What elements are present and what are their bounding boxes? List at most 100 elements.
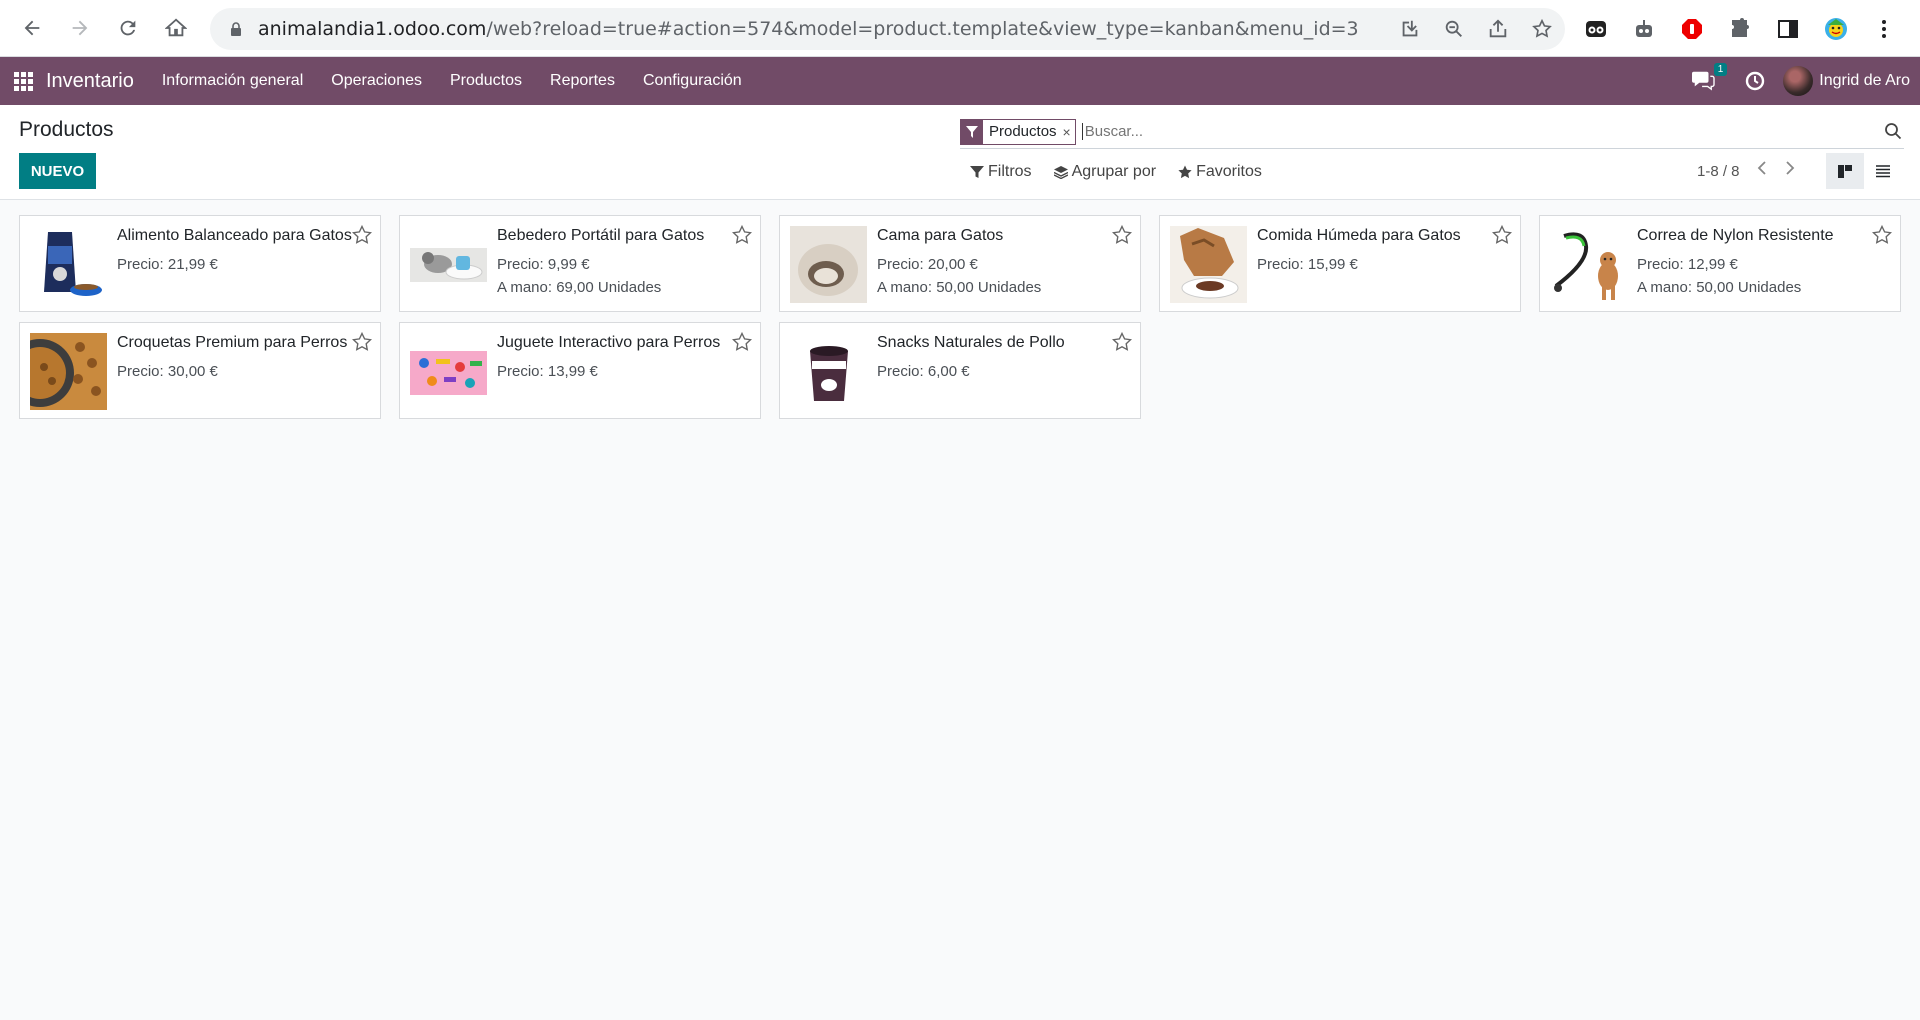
kanban-view: Alimento Balanceado para Gatos Precio: 2… xyxy=(19,215,1901,419)
new-button[interactable]: NUEVO xyxy=(19,153,96,189)
pager-value[interactable]: 1-8 / 8 xyxy=(1697,163,1740,180)
product-card[interactable]: Bebedero Portátil para Gatos Precio: 9,9… xyxy=(399,215,761,312)
list-icon xyxy=(1876,165,1890,178)
product-name: Snacks Naturales de Pollo xyxy=(877,334,1065,351)
product-price: Precio: 9,99 € xyxy=(497,256,590,273)
product-price: Precio: 30,00 € xyxy=(117,363,218,380)
product-name: Alimento Balanceado para Gatos xyxy=(117,227,352,244)
menu-configuracion[interactable]: Configuración xyxy=(643,72,742,90)
bookmark-star-icon[interactable] xyxy=(1531,18,1553,40)
product-card[interactable]: Comida Húmeda para Gatos Precio: 15,99 € xyxy=(1159,215,1521,312)
product-name: Cama para Gatos xyxy=(877,227,1004,244)
user-name: Ingrid de Aro xyxy=(1819,72,1910,89)
product-card[interactable]: Croquetas Premium para Perros Precio: 30… xyxy=(19,322,381,419)
side-panel-icon[interactable] xyxy=(1774,15,1802,43)
product-price: Precio: 21,99 € xyxy=(117,256,218,273)
cat-food-bag-image xyxy=(30,226,107,303)
product-price: Precio: 13,99 € xyxy=(497,363,598,380)
back-icon[interactable] xyxy=(12,8,52,48)
messages-count-badge: 1 xyxy=(1713,63,1728,76)
url-text: animalandia1.odoo.com/web?reload=true#ac… xyxy=(258,18,1358,40)
favorite-star-icon[interactable] xyxy=(732,225,752,245)
share-icon[interactable] xyxy=(1487,18,1509,40)
list-view-button[interactable] xyxy=(1864,153,1902,189)
dog-toys-image xyxy=(410,333,487,410)
facet-remove-button[interactable]: × xyxy=(1063,124,1075,140)
messages-icon[interactable]: 1 xyxy=(1691,63,1728,93)
star-icon xyxy=(1178,165,1192,179)
kibble-image xyxy=(30,333,107,410)
profile-avatar-icon[interactable] xyxy=(1822,15,1850,43)
favorite-star-icon[interactable] xyxy=(1112,332,1132,352)
product-card[interactable]: Snacks Naturales de Pollo Precio: 6,00 € xyxy=(779,322,1141,419)
layers-icon xyxy=(1053,166,1068,179)
funnel-icon xyxy=(970,166,984,178)
product-name: Croquetas Premium para Perros xyxy=(117,334,348,351)
product-price: Precio: 6,00 € xyxy=(877,363,970,380)
product-price: Precio: 15,99 € xyxy=(1257,256,1358,273)
favorites-button[interactable]: Favoritos xyxy=(1178,163,1262,181)
search-icon[interactable] xyxy=(1884,122,1902,140)
cat-eating-image xyxy=(1170,226,1247,303)
browser-toolbar: animalandia1.odoo.com/web?reload=true#ac… xyxy=(0,0,1920,57)
extension-adblock-icon[interactable] xyxy=(1678,15,1706,43)
zoom-icon[interactable] xyxy=(1443,18,1465,40)
favorite-star-icon[interactable] xyxy=(1112,225,1132,245)
avatar xyxy=(1783,66,1814,96)
search-bar: Productos × xyxy=(960,115,1904,149)
group-by-label: Agrupar por xyxy=(1071,163,1157,180)
apps-menu-icon[interactable] xyxy=(12,70,34,92)
menu-productos[interactable]: Productos xyxy=(450,72,522,90)
extension-spy-icon[interactable] xyxy=(1582,15,1610,43)
install-icon[interactable] xyxy=(1399,18,1421,40)
favorite-star-icon[interactable] xyxy=(732,332,752,352)
kanban-view-button[interactable] xyxy=(1826,153,1864,189)
page-title: Productos xyxy=(19,118,114,141)
favorite-star-icon[interactable] xyxy=(352,225,372,245)
menu-reportes[interactable]: Reportes xyxy=(550,72,615,90)
activity-clock-icon[interactable] xyxy=(1745,71,1765,91)
cat-fountain-image xyxy=(410,226,487,303)
favorites-label: Favoritos xyxy=(1196,163,1262,180)
user-menu[interactable]: Ingrid de Aro xyxy=(1783,66,1910,96)
cat-bed-image xyxy=(790,226,867,303)
browser-menu-icon[interactable] xyxy=(1870,15,1898,43)
snack-tub-image xyxy=(790,333,867,410)
kanban-icon xyxy=(1838,165,1852,178)
product-card[interactable]: Cama para Gatos Precio: 20,00 € A mano: … xyxy=(779,215,1141,312)
group-by-button[interactable]: Agrupar por xyxy=(1053,163,1157,181)
reload-icon[interactable] xyxy=(108,8,148,48)
product-stock: A mano: 50,00 Unidades xyxy=(1637,279,1802,296)
facet-label: Productos xyxy=(989,123,1057,140)
menu-operaciones[interactable]: Operaciones xyxy=(331,72,422,90)
pager-next-icon[interactable] xyxy=(1783,160,1797,176)
product-name: Bebedero Portátil para Gatos xyxy=(497,227,705,244)
product-card[interactable]: Juguete Interactivo para Perros Precio: … xyxy=(399,322,761,419)
product-name: Correa de Nylon Resistente xyxy=(1637,227,1834,244)
product-price: Precio: 12,99 € xyxy=(1637,256,1738,273)
extension-robot-icon[interactable] xyxy=(1630,15,1658,43)
pager-previous-icon[interactable] xyxy=(1755,160,1769,176)
filters-button[interactable]: Filtros xyxy=(970,163,1032,181)
product-name: Comida Húmeda para Gatos xyxy=(1257,227,1461,244)
filters-label: Filtros xyxy=(988,163,1032,180)
search-input[interactable] xyxy=(1081,123,1842,140)
leash-dog-image xyxy=(1550,226,1627,303)
extensions-puzzle-icon[interactable] xyxy=(1726,15,1754,43)
control-panel: Productos NUEVO Productos × Filtros Agru… xyxy=(0,105,1920,200)
product-card[interactable]: Correa de Nylon Resistente Precio: 12,99… xyxy=(1539,215,1901,312)
favorite-star-icon[interactable] xyxy=(352,332,372,352)
app-name[interactable]: Inventario xyxy=(46,70,134,93)
home-icon[interactable] xyxy=(156,8,196,48)
lock-icon xyxy=(231,22,241,36)
menu-informacion-general[interactable]: Información general xyxy=(162,72,303,90)
product-name: Juguete Interactivo para Perros xyxy=(497,334,721,351)
address-bar[interactable]: animalandia1.odoo.com/web?reload=true#ac… xyxy=(210,8,1565,50)
favorite-star-icon[interactable] xyxy=(1872,225,1892,245)
forward-icon[interactable] xyxy=(60,8,100,48)
product-stock: A mano: 69,00 Unidades xyxy=(497,279,662,296)
product-stock: A mano: 50,00 Unidades xyxy=(877,279,1042,296)
favorite-star-icon[interactable] xyxy=(1492,225,1512,245)
product-card[interactable]: Alimento Balanceado para Gatos Precio: 2… xyxy=(19,215,381,312)
filter-icon xyxy=(961,119,983,144)
